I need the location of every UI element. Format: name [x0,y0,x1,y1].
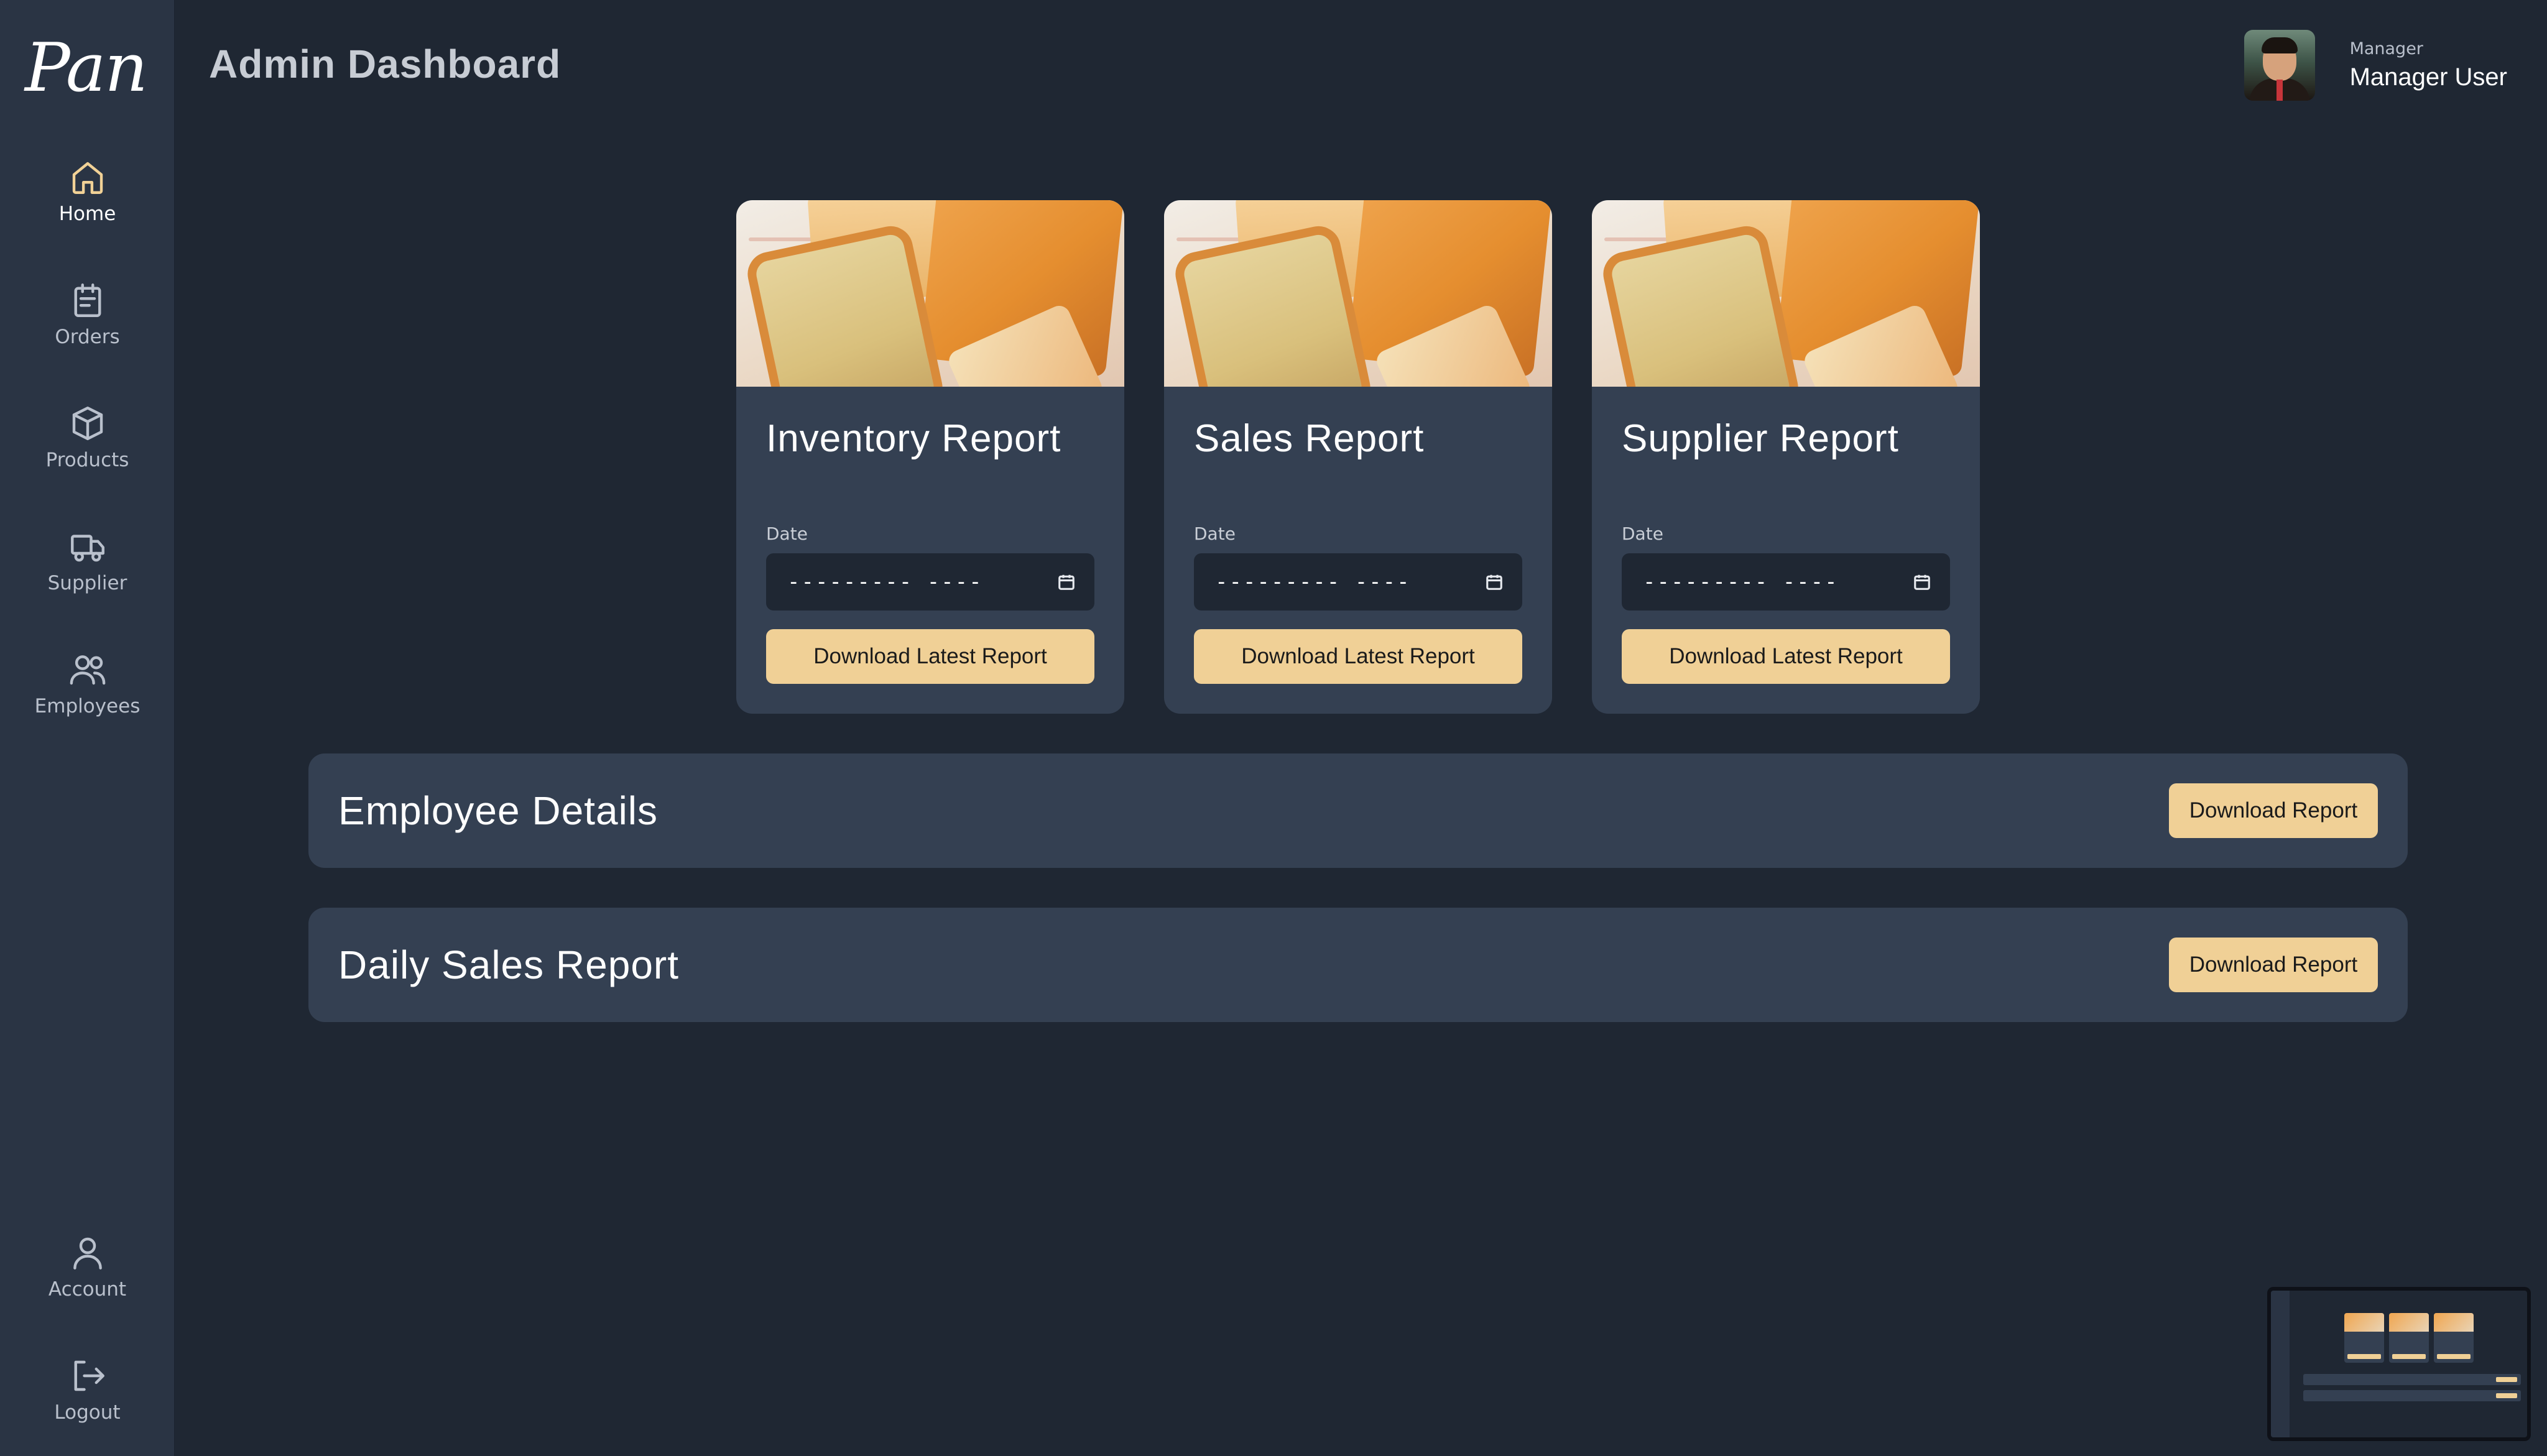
user-name: Manager User [2349,63,2507,91]
sidebar-item-logout[interactable]: Logout [0,1355,175,1455]
sidebar-item-label: Home [58,203,116,225]
calendar-icon[interactable] [1485,573,1504,591]
sidebar-item-supplier[interactable]: Supplier [0,526,175,625]
calendar-icon[interactable] [1913,573,1931,591]
logout-icon [67,1355,108,1396]
daily-sales-report-panel: Daily Sales Report Download Report [308,908,2408,1022]
download-latest-report-button[interactable]: Download Latest Report [1622,629,1950,684]
date-input[interactable]: --------- ---- [1622,553,1950,611]
sidebar-item-label: Employees [34,695,141,717]
sidebar-item-label: Logout [54,1401,121,1424]
bread-image [1164,200,1552,387]
card-title: Supplier Report [1622,417,1899,460]
date-value: --------- ---- [787,569,983,594]
home-icon [67,157,108,198]
date-input[interactable]: --------- ---- [766,553,1094,611]
bread-image [1592,200,1980,387]
bread-image [736,200,1124,387]
calendar-icon[interactable] [1057,573,1076,591]
card-title: Sales Report [1194,417,1425,460]
user-profile[interactable]: Manager Manager User [2244,30,2507,101]
panel-title: Employee Details [338,788,658,833]
date-value: --------- ---- [1215,569,1411,594]
page-title: Admin Dashboard [209,42,562,86]
employee-details-panel: Employee Details Download Report [308,753,2408,868]
sidebar-item-orders[interactable]: Orders [0,280,175,379]
panel-title: Daily Sales Report [338,942,679,987]
date-label: Date [1194,523,1236,544]
sidebar-item-employees[interactable]: Employees [0,649,175,749]
avatar[interactable] [2244,30,2315,101]
sidebar-item-label: Supplier [47,572,127,594]
clipboard-icon [67,280,108,321]
user-role: Manager [2349,39,2423,58]
date-label: Date [1622,523,1663,544]
sidebar-item-home[interactable]: Home [0,157,175,256]
truck-icon [67,526,108,567]
window-preview-thumbnail[interactable] [2267,1287,2531,1441]
sidebar-item-account[interactable]: Account [0,1232,175,1332]
user-icon [67,1232,108,1273]
date-value: --------- ---- [1643,569,1839,594]
inventory-report-card: Inventory Report Date --------- ---- Dow… [736,200,1124,714]
users-icon [67,649,108,690]
date-label: Date [766,523,808,544]
download-latest-report-button[interactable]: Download Latest Report [1194,629,1522,684]
sidebar-item-products[interactable]: Products [0,403,175,502]
box-icon [67,403,108,444]
sidebar-item-label: Orders [55,326,120,348]
download-latest-report-button[interactable]: Download Latest Report [766,629,1094,684]
app-logo[interactable]: Pan [25,31,149,106]
download-report-button[interactable]: Download Report [2169,938,2378,992]
card-title: Inventory Report [766,417,1061,460]
sales-report-card: Sales Report Date --------- ---- Downloa… [1164,200,1552,714]
sidebar-item-label: Account [48,1278,127,1301]
sidebar-item-label: Products [45,449,129,471]
download-report-button[interactable]: Download Report [2169,783,2378,838]
sidebar: Pan Home Orders Products Supplier Employ… [0,0,175,1456]
date-input[interactable]: --------- ---- [1194,553,1522,611]
supplier-report-card: Supplier Report Date --------- ---- Down… [1592,200,1980,714]
